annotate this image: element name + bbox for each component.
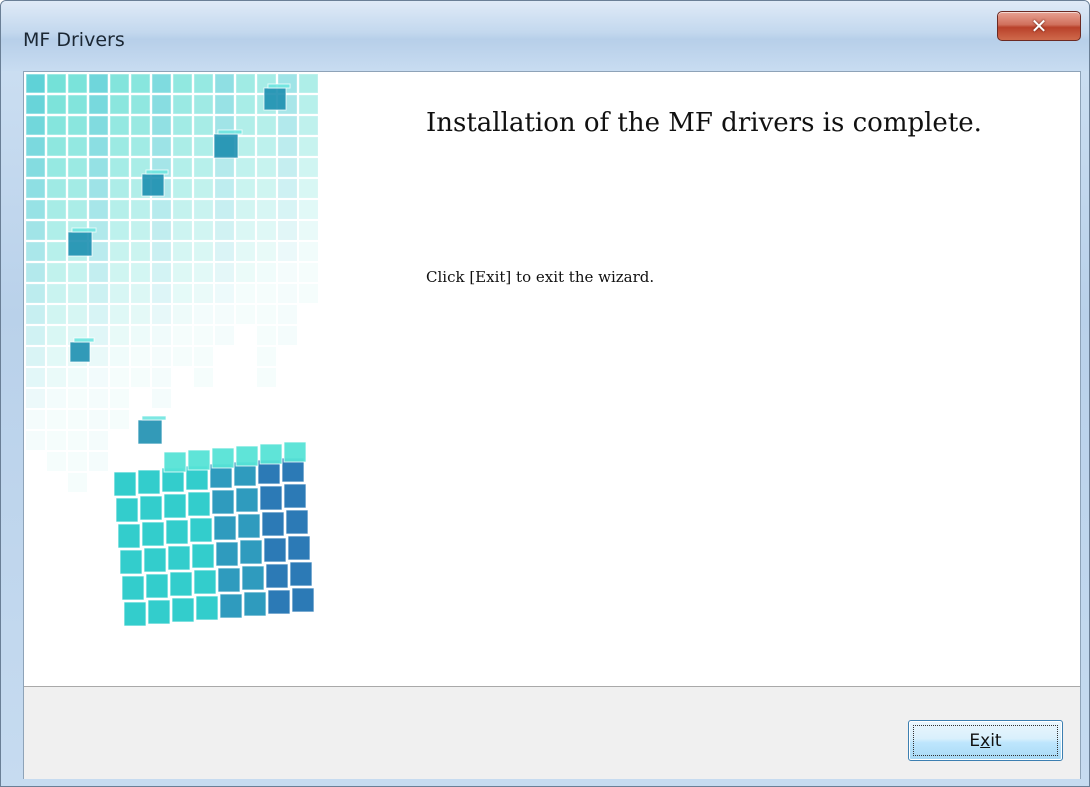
instruction-text: Click [Exit] to exit the wizard. [426,268,655,286]
window-title: MF Drivers [23,29,125,51]
exit-button[interactable]: Exit [908,720,1063,761]
cube-graphic [24,72,384,688]
page-heading: Installation of the MF drivers is comple… [426,108,982,138]
installer-window: MF Drivers ✕ Installation of the MF driv… [0,0,1090,787]
title-bar[interactable]: MF Drivers ✕ [1,1,1089,71]
focus-rect [913,725,1058,756]
wizard-content: Installation of the MF drivers is comple… [23,71,1081,779]
close-button[interactable]: ✕ [997,11,1081,41]
cube-art-svg [25,73,319,627]
button-bar: Exit [24,686,1080,779]
close-icon: ✕ [1030,14,1048,38]
